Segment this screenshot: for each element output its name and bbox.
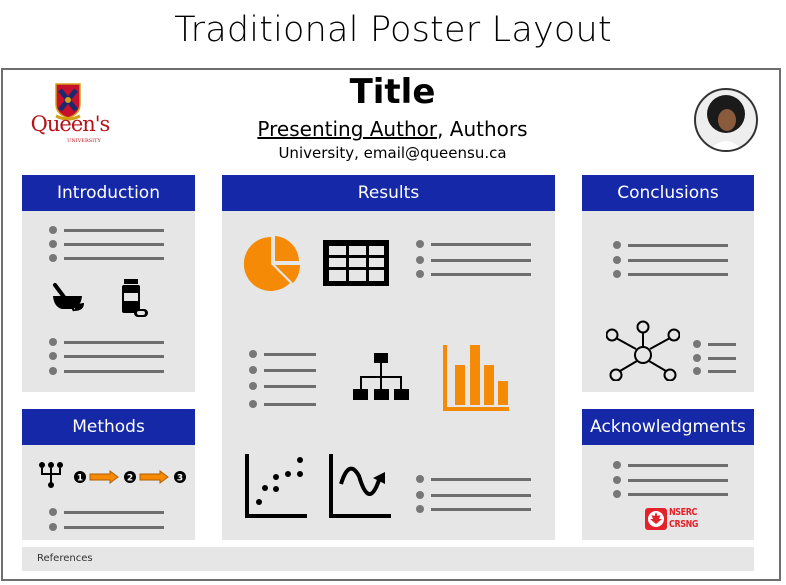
nserc-label: NSERC: [669, 507, 697, 518]
bullet-line: [249, 379, 329, 393]
bullet-line: [613, 473, 733, 487]
bullet-line: [416, 488, 536, 502]
other-authors: , Authors: [437, 117, 528, 141]
methods-body: 1 2 3: [22, 445, 195, 540]
logo-wordmark: Queen's: [30, 112, 111, 136]
process-arrow-icon: [89, 470, 119, 484]
bullet-line: [249, 347, 329, 361]
introduction-body: [22, 211, 195, 392]
bullet-line: [49, 505, 169, 519]
bullet-line: [416, 253, 536, 267]
maple-leaf-icon: [645, 508, 667, 530]
bullet-line: [693, 337, 743, 351]
bullet-line: [613, 487, 733, 501]
bullet-line: [416, 502, 536, 516]
medicine-bottle-icon: [122, 279, 148, 317]
bullet-line: [693, 364, 743, 378]
presenting-author: Presenting Author: [257, 117, 438, 141]
bullet-line: [416, 237, 536, 251]
crsng-label: CRSNG: [669, 519, 699, 530]
hierarchy-tree-icon: [39, 462, 63, 488]
org-chart-icon: [353, 353, 409, 400]
page-title: Traditional Poster Layout: [174, 10, 612, 50]
bullet-line: [613, 267, 733, 281]
bullet-line: [613, 238, 733, 252]
line-chart-icon: [329, 454, 391, 518]
acknowledgments-header: Acknowledgments: [582, 409, 754, 445]
bullet-line: [416, 472, 536, 486]
bullet-line: [613, 458, 733, 472]
references-bar: References: [22, 547, 754, 571]
bullet-line: [49, 251, 169, 265]
bullet-line: [49, 237, 169, 251]
results-header: Results: [222, 175, 555, 211]
acknowledgments-body: NSERC CRSNG: [582, 445, 754, 540]
nserc-logo: NSERC CRSNG: [645, 507, 699, 531]
network-icon: [606, 320, 680, 381]
scatter-plot-icon: [245, 454, 307, 518]
results-body: [222, 211, 555, 540]
process-flow: 1 2 3: [74, 470, 186, 484]
poster-title: Title: [349, 72, 436, 112]
bar-chart-icon: [443, 345, 509, 411]
bullet-line: [49, 335, 169, 349]
bullet-line: [49, 520, 169, 534]
step-1-label: 1: [77, 474, 83, 484]
table-icon: [323, 240, 389, 286]
methods-header: Methods: [22, 409, 195, 445]
bullet-line: [49, 223, 169, 237]
references-label: References: [37, 553, 93, 564]
bullet-line: [416, 267, 536, 281]
step-2-label: 2: [127, 474, 133, 484]
process-arrow-icon: [139, 470, 169, 484]
bullet-line: [249, 363, 329, 377]
bullet-line: [613, 253, 733, 267]
conclusions-header: Conclusions: [582, 175, 754, 211]
bullet-line: [693, 351, 743, 365]
author-photo: [694, 88, 758, 152]
step-3-label: 3: [177, 474, 183, 484]
bullet-line: [49, 364, 169, 378]
authors-line: Presenting Author, Authors: [230, 117, 555, 141]
pie-chart-icon: [244, 236, 300, 291]
mortar-pestle-icon: [53, 283, 84, 312]
affiliation: University, email@queensu.ca: [278, 144, 507, 162]
author-photo-icon: [707, 95, 745, 150]
logo-subtext: UNIVERSITY: [67, 138, 101, 144]
bullet-line: [249, 397, 329, 411]
conclusions-body: [582, 211, 754, 392]
bullet-line: [49, 349, 169, 363]
introduction-header: Introduction: [22, 175, 195, 211]
